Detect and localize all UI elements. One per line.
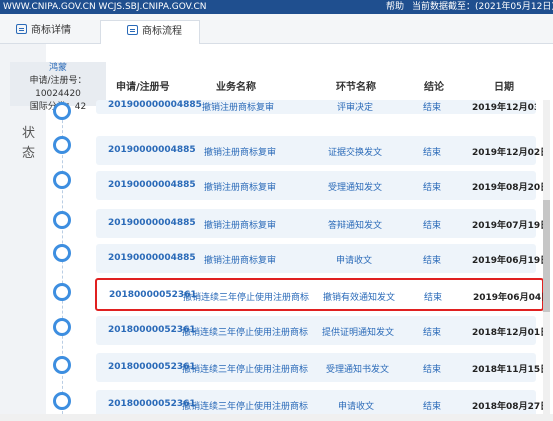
document-icon [16,24,27,34]
row-number[interactable]: 20190000004885 [108,253,196,263]
table-row: 201900000004885 撤销注册商标复审 评审决定 结束 2019年12… [96,100,536,114]
row-result: 结束 [423,148,442,158]
table-row: 20190000004885 撤销注册商标复审 答辩通知发文 结束 2019年0… [96,209,549,238]
row-result: 结束 [423,221,442,231]
timeline-dot [53,102,71,120]
timeline-dot [53,244,71,262]
timeline-dot [53,136,71,154]
row-date: 2019年08月20日 [472,183,550,193]
data-as-of: 当前数据截至：(2021年05月12日) [412,2,553,12]
row-date: 2019年12月02日 [472,148,550,158]
row-result: 结束 [423,183,442,193]
row-business: 撤销注册商标复审 [202,103,275,113]
row-date: 2018年12月01日 [472,328,550,338]
table-row: 20190000004885 撤销注册商标复审 受理通知发文 结束 2019年0… [96,171,549,200]
row-business: 撤销连续三年停止使用注册商标 [182,402,309,412]
table-row: 20190000004885 撤销注册商标复审 申请收文 结束 2019年06月… [96,244,549,273]
tab-label: 商标详情 [31,25,71,36]
row-number[interactable]: 20190000004885 [108,145,196,155]
row-number[interactable]: 201900000004885 [108,100,202,110]
col-header-date: 日期 [494,82,514,93]
row-business: 撤销连续三年停止使用注册商标 [183,293,310,303]
row-date: 2019年07月19日 [472,221,550,231]
timeline-dot [53,283,71,301]
trademark-info-card: 鸿蒙 申请/注册号：10024420 国际分类：42 [10,62,106,112]
status-label: 状态 [22,126,36,161]
reg-number: 申请/注册号：10024420 [29,76,87,99]
row-step: 申请收文 [336,256,373,266]
row-date: 2018年11月15日 [472,365,550,375]
row-step: 受理通知发文 [328,183,383,193]
timeline-dot [53,356,71,374]
timeline-dot [53,171,71,189]
row-business: 撤销注册商标复审 [204,183,277,193]
table-row: 20190000004885 撤销注册商标复审 证据交换发文 结束 2019年1… [96,136,549,165]
help-link[interactable]: 帮助 [386,0,404,14]
col-header-result: 结论 [424,82,444,93]
row-number[interactable]: 20190000004885 [108,218,196,228]
tab-bar: 商标详情 商标流程 [0,14,553,44]
list-icon [127,25,138,35]
row-date: 2018年08月27日 [472,402,550,412]
vertical-scrollbar[interactable] [543,100,550,414]
col-header-number: 申请/注册号 [116,82,170,93]
row-result: 结束 [423,402,442,412]
row-step: 评审决定 [337,103,374,113]
row-step: 受理通知书发文 [326,365,390,375]
table-row: 20180000052361 撤销连续三年停止使用注册商标 受理通知书发文 结束… [96,353,549,382]
row-business: 撤销注册商标复审 [204,221,277,231]
trademark-name[interactable]: 鸿蒙 [10,62,106,75]
row-result: 结束 [423,365,442,375]
table-row: 20180000052361 撤销连续三年停止使用注册商标 提供证明通知发文 结… [96,316,549,345]
row-result: 结束 [423,328,442,338]
row-step: 撤销有效通知发文 [323,293,396,303]
row-step: 证据交换发文 [328,148,383,158]
horizontal-scrollbar[interactable] [0,414,553,421]
scrollbar-thumb[interactable] [543,200,550,312]
col-header-business: 业务名称 [216,82,256,93]
col-header-step: 环节名称 [336,82,376,93]
table-row-highlighted: 20180000052361 撤销连续三年停止使用注册商标 撤销有效通知发文 结… [95,278,550,311]
row-date: 2019年12月03日 [472,103,536,113]
tab-label: 商标流程 [142,26,182,37]
row-business: 撤销连续三年停止使用注册商标 [182,328,309,338]
timeline-dot [53,392,71,410]
timeline-dot [53,211,71,229]
top-bar: WWW.CNIPA.GOV.CN WCJS.SBJ.CNIPA.GOV.CN 帮… [0,0,553,14]
row-step: 申请收文 [338,402,375,412]
row-business: 撤销连续三年停止使用注册商标 [182,365,309,375]
row-step: 答辩通知发文 [328,221,383,231]
table-header: 申请/注册号 业务名称 环节名称 结论 日期 [106,72,546,96]
row-date: 2019年06月04日 [473,293,551,303]
row-business: 撤销注册商标复审 [204,256,277,266]
row-step: 提供证明通知发文 [322,328,395,338]
row-date: 2019年06月19日 [472,256,550,266]
row-result: 结束 [424,293,443,303]
timeline-dot [53,318,71,336]
tab-trademark-detail[interactable]: 商标详情 [12,20,100,44]
site-url: WWW.CNIPA.GOV.CN WCJS.SBJ.CNIPA.GOV.CN [3,2,207,12]
row-business: 撤销注册商标复审 [204,148,277,158]
row-result: 结束 [423,256,442,266]
row-result: 结束 [423,103,442,113]
tab-trademark-flow[interactable]: 商标流程 [100,20,200,44]
row-number[interactable]: 20190000004885 [108,180,196,190]
